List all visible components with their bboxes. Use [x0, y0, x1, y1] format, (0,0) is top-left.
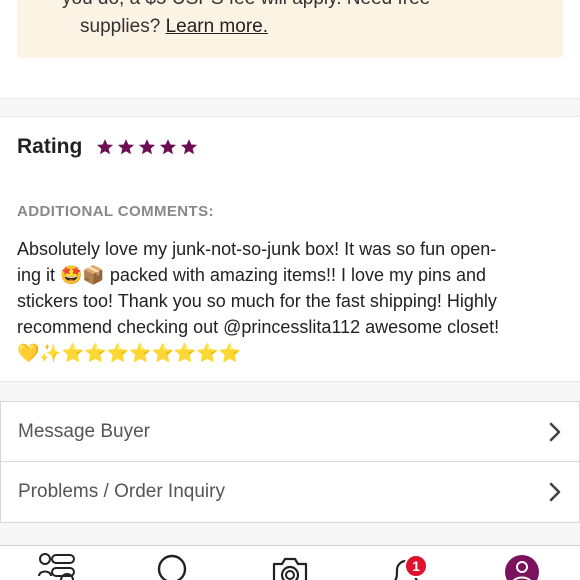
star-icon — [118, 139, 135, 155]
bottom-tab-bar — [0, 545, 580, 580]
additional-comments-label: ADDITIONAL COMMENTS: — [17, 203, 214, 220]
feed-icon[interactable] — [37, 552, 77, 580]
comments-text: Absolutely love my junk-not-so-junk box!… — [17, 236, 565, 366]
chevron-right-icon — [549, 422, 561, 441]
section-divider — [0, 523, 580, 545]
star-icon — [139, 139, 156, 155]
star-icon — [181, 139, 198, 155]
menu-item-label: Problems / Order Inquiry — [18, 481, 225, 502]
menu-item-label: Message Buyer — [18, 420, 151, 442]
learn-more-link[interactable]: Learn more. — [166, 16, 268, 37]
account-icon[interactable] — [502, 552, 542, 580]
notification-badge: 1 — [404, 554, 428, 578]
notice-text-line2: supplies? Learn more. — [80, 16, 268, 38]
comment-line: 💛✨⭐⭐⭐⭐⭐⭐⭐⭐ — [17, 343, 242, 363]
comment-line: stickers too! Thank you so much for the … — [17, 291, 497, 311]
star-icon — [97, 139, 114, 155]
search-icon[interactable] — [153, 552, 193, 580]
order-inquiry-button[interactable]: Problems / Order Inquiry — [1, 462, 579, 522]
message-buyer-button[interactable]: Message Buyer — [1, 402, 579, 462]
notice-text-line1: you do, a $5 USPS fee will apply. Need f… — [62, 0, 430, 10]
star-icon — [160, 139, 177, 155]
rating-label: Rating — [17, 135, 83, 158]
camera-icon[interactable] — [270, 552, 310, 580]
comment-line: recommend checking out @princesslita112 … — [17, 317, 500, 337]
section-divider — [0, 381, 580, 401]
notice-text-prefix: supplies? — [80, 16, 166, 37]
rating-stars — [96, 138, 198, 156]
order-actions-menu: Message Buyer Problems / Order Inquiry — [0, 401, 580, 523]
comment-line: ing it 🤩📦 packed with amazing items!! I … — [17, 265, 487, 285]
comment-line: Absolutely love my junk-not-so-junk box!… — [17, 239, 497, 259]
section-divider — [0, 98, 580, 117]
rating-row: Rating — [17, 133, 198, 161]
chevron-right-icon — [549, 482, 561, 502]
